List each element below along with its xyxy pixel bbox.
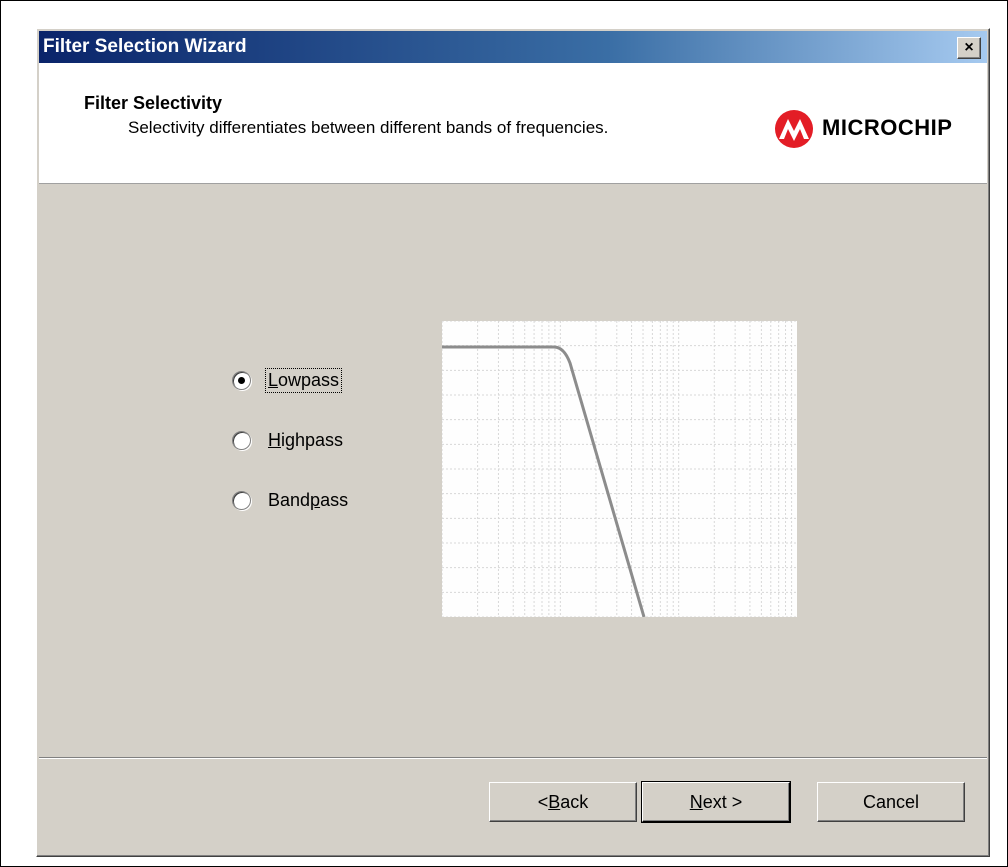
title-bar[interactable]: Filter Selection Wizard × <box>39 31 987 63</box>
radio-label-bandpass[interactable]: Bandpass <box>266 489 350 512</box>
microchip-logo: MICROCHIP <box>774 109 974 149</box>
radio-button-bandpass[interactable] <box>232 490 251 510</box>
logo-text: MICROCHIP <box>822 115 953 140</box>
radio-label-lowpass[interactable]: Lowpass <box>264 367 343 393</box>
radio-highpass[interactable]: Highpass <box>232 427 345 453</box>
page-title: Filter Selectivity <box>84 93 223 113</box>
back-button[interactable]: < Back <box>489 782 637 822</box>
close-button[interactable]: × <box>957 37 981 59</box>
window-title: Filter Selection Wizard <box>43 36 247 57</box>
radio-bandpass[interactable]: Bandpass <box>232 487 350 513</box>
wizard-dialog: Filter Selection Wizard × Filter Selecti… <box>36 28 990 857</box>
response-graph <box>441 320 797 618</box>
radio-button-lowpass[interactable] <box>232 370 251 390</box>
microchip-logo-icon <box>775 110 813 148</box>
wizard-header: Filter Selectivity Selectivity different… <box>39 63 987 184</box>
filter-response-preview <box>441 320 797 618</box>
radio-button-highpass[interactable] <box>232 430 251 450</box>
page-subtitle: Selectivity differentiates between diffe… <box>128 118 609 137</box>
close-icon: × <box>964 39 974 56</box>
footer-separator <box>39 757 987 759</box>
radio-lowpass[interactable]: Lowpass <box>232 367 343 393</box>
next-button[interactable]: Next > <box>641 781 791 823</box>
response-curve <box>442 345 646 618</box>
radio-label-highpass[interactable]: Highpass <box>266 429 345 452</box>
cancel-button[interactable]: Cancel <box>817 782 965 822</box>
